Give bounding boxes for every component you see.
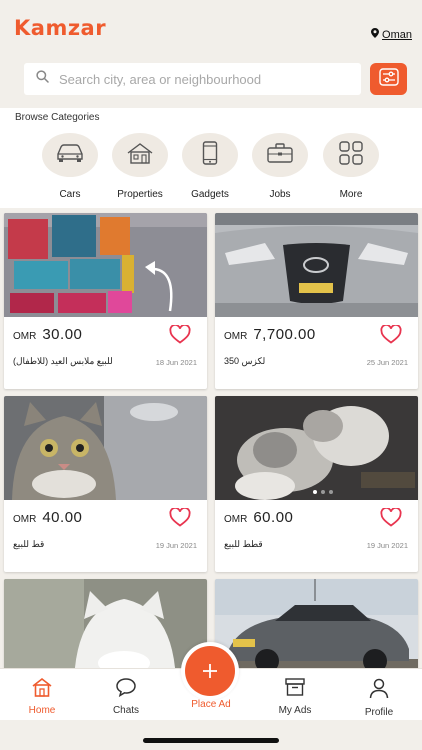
price-amount: 40.00 <box>42 509 83 526</box>
listing-card[interactable]: OMR 30.00 للبيع ملابس العيد (للاطفال) 18… <box>4 213 207 389</box>
nav-profile[interactable]: Profile <box>344 677 414 718</box>
price-amount: 30.00 <box>42 326 83 343</box>
place-ad-label: Place Ad <box>191 699 231 710</box>
search-bar[interactable] <box>24 63 361 95</box>
nav-label: Chats <box>112 705 140 716</box>
car-icon <box>55 143 85 168</box>
price-currency: OMR <box>224 331 248 342</box>
listing-date: 25 Jun 2021 <box>366 358 408 367</box>
category-gadgets[interactable]: Gadgets <box>180 133 240 200</box>
location-label: Oman <box>382 28 412 41</box>
place-ad-button[interactable] <box>181 642 239 700</box>
nav-home[interactable]: Home <box>7 677 77 716</box>
listing-image <box>215 396 418 500</box>
briefcase-icon <box>266 142 294 169</box>
phone-icon <box>202 140 218 170</box>
nav-chats[interactable]: Chats <box>91 677 161 716</box>
price-amount: 7,700.00 <box>253 326 316 343</box>
category-label: More <box>339 189 363 200</box>
plus-icon <box>201 656 219 687</box>
listing-title: قطط للبيع <box>224 539 263 549</box>
listing-title: قط للبيع <box>13 539 45 549</box>
listing-image <box>4 213 207 317</box>
favorite-heart-icon[interactable] <box>169 324 191 349</box>
listing-title: للبيع ملابس العيد (للاطفال) <box>13 356 113 366</box>
listing-card[interactable] <box>4 579 207 668</box>
category-properties[interactable]: Properties <box>110 133 170 200</box>
listing-image <box>4 396 207 500</box>
category-more[interactable]: More <box>321 133 381 200</box>
listing-date: 18 Jun 2021 <box>155 358 197 367</box>
chat-bubble-icon <box>115 678 137 701</box>
listings-grid: OMR 30.00 للبيع ملابس العيد (للاطفال) 18… <box>0 208 422 668</box>
price-currency: OMR <box>13 331 37 342</box>
grid-icon <box>338 140 364 171</box>
search-input[interactable] <box>59 71 339 87</box>
category-label: Gadgets <box>191 189 229 200</box>
listing-card[interactable]: OMR 7,700.00 لكزس 350 25 Jun 2021 <box>215 213 418 389</box>
nav-label: Profile <box>364 707 394 718</box>
filter-button[interactable] <box>370 63 407 95</box>
home-icon <box>31 677 53 701</box>
listing-card[interactable] <box>215 579 418 668</box>
listing-card[interactable]: OMR 60.00 قطط للبيع 19 Jun 2021 <box>215 396 418 572</box>
listing-image <box>4 579 207 668</box>
price-currency: OMR <box>224 514 248 525</box>
nav-label: My Ads <box>278 705 312 716</box>
favorite-heart-icon[interactable] <box>380 324 402 349</box>
listing-card[interactable]: OMR 40.00 قط للبيع 19 Jun 2021 <box>4 396 207 572</box>
location-selector[interactable]: Oman <box>371 28 412 41</box>
category-jobs[interactable]: Jobs <box>250 133 310 200</box>
price-currency: OMR <box>13 514 37 525</box>
price-amount: 60.00 <box>253 509 294 526</box>
categories-section: Browse Categories Cars Properties Gadget… <box>0 108 422 208</box>
listing-title: لكزس 350 <box>224 356 266 366</box>
category-cars[interactable]: Cars <box>40 133 100 200</box>
box-icon <box>284 678 306 701</box>
location-pin-icon <box>371 28 380 41</box>
user-icon <box>368 678 390 703</box>
home-indicator <box>143 738 279 743</box>
header: Kamzar Oman <box>0 0 422 108</box>
listing-date: 19 Jun 2021 <box>155 541 197 550</box>
listing-image <box>215 213 418 317</box>
house-icon <box>126 142 154 169</box>
favorite-heart-icon[interactable] <box>169 507 191 532</box>
favorite-heart-icon[interactable] <box>380 507 402 532</box>
sliders-icon <box>378 67 399 91</box>
home-indicator-area <box>0 720 422 750</box>
listing-image <box>215 579 418 668</box>
categories-title: Browse Categories <box>15 112 100 123</box>
app-logo: Kamzar <box>14 16 107 40</box>
nav-my-ads[interactable]: My Ads <box>260 677 330 716</box>
listing-date: 19 Jun 2021 <box>366 541 408 550</box>
category-label: Jobs <box>269 189 291 200</box>
nav-label: Home <box>28 705 56 716</box>
category-label: Cars <box>59 189 81 200</box>
category-label: Properties <box>117 189 163 200</box>
search-icon <box>36 70 49 88</box>
